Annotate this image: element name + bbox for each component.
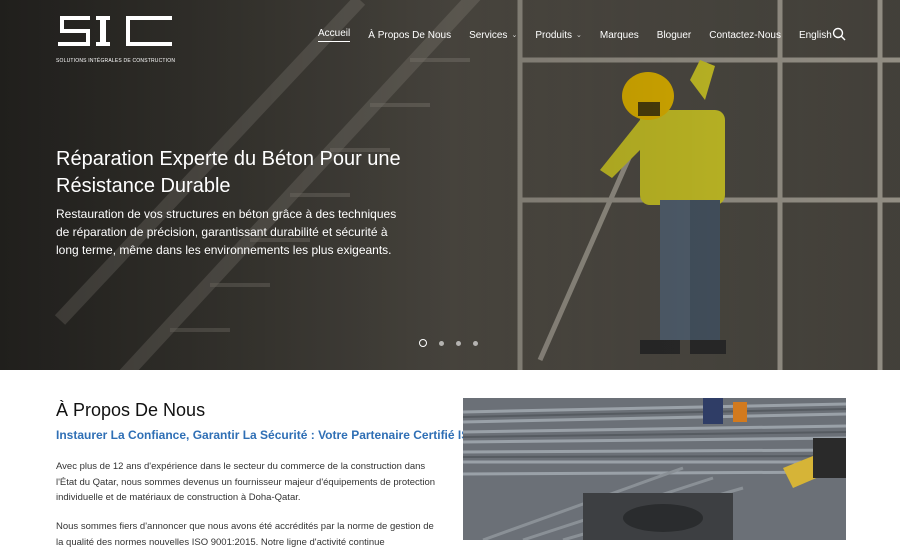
slider-dot-3[interactable] <box>456 340 461 346</box>
main-nav: Accueil À Propos De Nous Services ⌄ Produ… <box>318 28 850 42</box>
slider-dot-2[interactable] <box>439 340 444 346</box>
about-subtitle: Instaurer La Confiance, Garantir La Sécu… <box>56 428 479 442</box>
hero-description: Restauration de vos structures en béton … <box>56 207 397 257</box>
chevron-down-icon: ⌄ <box>576 32 582 39</box>
nav-item-contact[interactable]: Contactez-Nous <box>709 30 781 41</box>
slider-dot-1[interactable] <box>419 339 427 347</box>
nav-item-label: Contactez-Nous <box>709 29 781 41</box>
nav-item-accueil[interactable]: Accueil <box>318 28 351 42</box>
logo-tagline: SOLUTIONS INTÉGRALES DE CONSTRUCTION <box>56 58 176 64</box>
slider-dot-4[interactable] <box>473 340 478 346</box>
slider-pagination <box>419 339 478 347</box>
nav-item-services[interactable]: Services ⌄ <box>469 30 517 41</box>
about-paragraph-1: Avec plus de 12 ans d'expérience dans le… <box>56 461 436 503</box>
about-section: À Propos De Nous Instaurer La Confiance,… <box>0 370 900 548</box>
nav-item-bloguer[interactable]: Bloguer <box>657 30 691 41</box>
about-title: À Propos De Nous <box>56 400 206 420</box>
nav-item-label: À Propos De Nous <box>368 29 452 41</box>
chevron-down-icon: ⌄ <box>511 32 518 39</box>
nav-item-language[interactable]: English <box>799 30 832 41</box>
nav-item-label: Services <box>469 29 508 41</box>
nav-item-label: Produits <box>535 29 572 41</box>
about-paragraph-2: Nous sommes fiers d'annoncer que nous av… <box>56 521 434 548</box>
nav-item-label: English <box>798 29 832 41</box>
logo-mark <box>58 16 172 46</box>
nav-item-label: Marques <box>599 29 639 41</box>
nav-item-label: Accueil <box>318 28 351 39</box>
rebar-photo <box>463 398 846 540</box>
nav-item-a-propos[interactable]: À Propos De Nous <box>368 30 451 41</box>
nav-item-produits[interactable]: Produits ⌄ <box>535 30 582 41</box>
hero-slider: SOLUTIONS INTÉGRALES DE CONSTRUCTION Acc… <box>0 0 900 370</box>
hero-title: Réparation Experte du Béton Pour une Rés… <box>56 148 401 197</box>
search-icon[interactable] <box>832 27 846 41</box>
nav-item-label: Bloguer <box>656 29 692 41</box>
about-image <box>463 398 846 540</box>
nav-item-marques[interactable]: Marques <box>600 30 639 41</box>
site-logo[interactable]: SOLUTIONS INTÉGRALES DE CONSTRUCTION <box>56 12 176 64</box>
